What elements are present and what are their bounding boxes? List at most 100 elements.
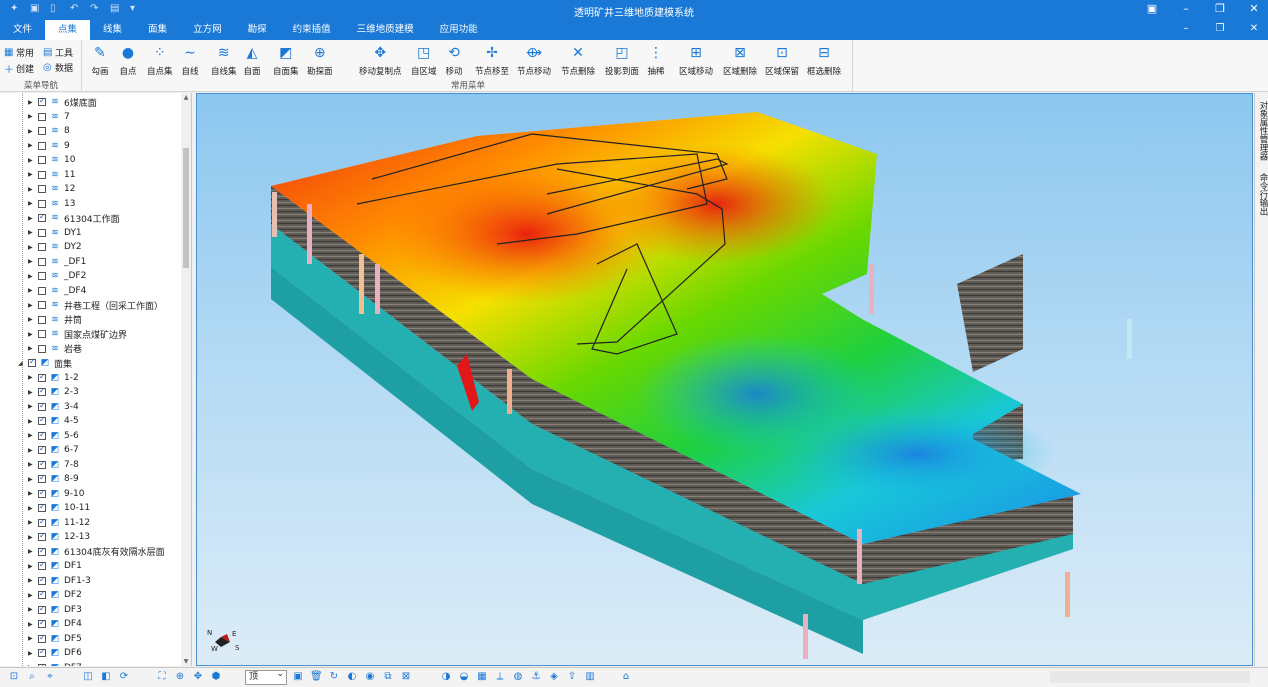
tree-item[interactable]: ▶ ≋ 6煤底面 <box>28 95 97 110</box>
tree-item[interactable]: ▶ ◩ DF1-3 <box>28 574 91 589</box>
tree-item[interactable]: ▶ ◩ 5-6 <box>28 429 79 444</box>
tree-item[interactable]: ▶ ≋ 10 <box>28 153 75 168</box>
tree-scrollbar[interactable]: ▲ ▼ <box>181 93 191 666</box>
expand-arrow-icon[interactable]: ▶ <box>28 563 36 570</box>
expand-arrow-icon[interactable]: ▶ <box>28 200 36 207</box>
visibility-checkbox[interactable] <box>38 228 46 237</box>
expand-arrow-icon[interactable]: ▶ <box>28 287 36 294</box>
expand-arrow-icon[interactable]: ▶ <box>28 128 36 135</box>
tree-item[interactable]: ▶ ◩DF7 <box>28 661 82 666</box>
visibility-checkbox[interactable] <box>38 575 46 585</box>
expand-arrow-icon[interactable]: ▶ <box>28 650 36 657</box>
tree-item[interactable]: ▶ ◩ 6-7 <box>28 443 79 458</box>
visibility-checkbox[interactable] <box>38 633 46 643</box>
tool-button-1[interactable]: ● 自点 <box>119 44 137 77</box>
delete-icon[interactable]: 🗑 <box>310 671 323 683</box>
light-icon[interactable]: ◐ <box>346 671 358 683</box>
expand-arrow-icon[interactable]: ▶ <box>28 389 36 396</box>
render-icon[interactable]: ◈ <box>548 671 560 683</box>
visibility-checkbox[interactable] <box>38 286 46 295</box>
pick-icon[interactable]: ⌖ <box>44 671 56 683</box>
tree-item[interactable]: ▶ ≋ _DF4 <box>28 284 86 299</box>
doc-minimize-icon[interactable]: – <box>1180 23 1192 34</box>
collapse-arrow-icon[interactable]: ◢ <box>18 360 26 367</box>
visibility-checkbox[interactable] <box>38 127 46 136</box>
expand-arrow-icon[interactable]: ▶ <box>28 345 36 352</box>
tool-button-15[interactable]: ⋮ 抽稀 <box>647 44 665 77</box>
visibility-checkbox[interactable] <box>38 473 46 484</box>
expand-arrow-icon[interactable]: ▶ <box>28 432 36 439</box>
tool-button-19[interactable]: ⊟ 框选删除 <box>807 44 841 77</box>
expand-arrow-icon[interactable]: ▶ <box>28 374 36 381</box>
home-icon[interactable]: ⌂ <box>620 671 632 683</box>
cube-icon[interactable]: ⬢ <box>210 671 222 683</box>
visibility-checkbox[interactable] <box>38 257 46 266</box>
visibility-checkbox[interactable] <box>38 444 46 455</box>
doc-close-icon[interactable]: ✕ <box>1248 23 1260 34</box>
visibility-checkbox[interactable] <box>38 330 46 339</box>
tool-button-0[interactable]: ✎ 勾画 <box>91 44 109 77</box>
create-button[interactable]: ＋创建 <box>4 61 34 76</box>
save-view-icon[interactable]: ▣ <box>292 671 304 683</box>
marker-icon[interactable]: ◍ <box>512 671 524 683</box>
expand-arrow-icon[interactable]: ▶ <box>28 476 36 483</box>
tree-item[interactable]: ▶ ◩ 12-13 <box>28 530 90 545</box>
visibility-checkbox[interactable] <box>38 185 46 194</box>
tool-button-13[interactable]: ✕ 节点删除 <box>561 44 595 77</box>
layout-icon[interactable]: ▣ <box>1146 2 1158 16</box>
tool-button-4[interactable]: ≋ 自线集 <box>211 44 237 77</box>
section-y-icon[interactable]: ◒ <box>458 671 470 683</box>
camera-icon[interactable]: ◉ <box>364 671 376 683</box>
tree-item[interactable]: ▶ ◩ DF2 <box>28 588 82 603</box>
expand-arrow-icon[interactable]: ▶ <box>28 418 36 425</box>
visibility-checkbox[interactable] <box>38 243 46 252</box>
tool-button-8[interactable]: ✥ 移动复制点 <box>359 44 402 77</box>
expand-arrow-icon[interactable]: ▶ <box>28 186 36 193</box>
expand-arrow-icon[interactable]: ▶ <box>28 664 36 666</box>
visibility-checkbox[interactable] <box>38 199 46 208</box>
fit-icon[interactable]: ⛶ <box>156 671 168 683</box>
visibility-checkbox[interactable] <box>38 502 46 513</box>
common-button[interactable]: ▦ 常用 <box>4 46 34 59</box>
menu-tab-4[interactable]: 立方网 <box>180 20 235 40</box>
expand-arrow-icon[interactable]: ▶ <box>28 534 36 541</box>
tree-item[interactable]: ▶ ◩ DF3 <box>28 603 82 618</box>
tool-button-5[interactable]: ◭ 自面 <box>243 44 261 77</box>
clear-icon[interactable]: ⊠ <box>400 671 412 683</box>
visibility-checkbox[interactable] <box>38 488 46 498</box>
visibility-checkbox[interactable] <box>38 546 46 556</box>
scroll-down-icon[interactable]: ▼ <box>181 658 191 665</box>
tool-button-14[interactable]: ◰ 投影到面 <box>605 44 639 77</box>
menu-tab-0[interactable]: 文件 <box>0 20 45 40</box>
object-properties-tab[interactable]: 对象属性管理器 <box>1257 101 1268 161</box>
scroll-up-icon[interactable]: ▲ <box>181 94 191 101</box>
visibility-checkbox[interactable] <box>38 662 46 666</box>
tree-item[interactable]: ▶ ≋ 11 <box>28 168 75 183</box>
tool-button-9[interactable]: ◳ 自区域 <box>411 44 437 77</box>
minimize-icon[interactable]: – <box>1180 2 1192 16</box>
tree-item[interactable]: ▶ ≋ 井巷工程（回采工作面） <box>28 298 163 313</box>
tree-item[interactable]: ▶ ≋ 8 <box>28 124 70 139</box>
visibility-checkbox[interactable] <box>38 517 46 527</box>
visibility-checkbox[interactable] <box>38 401 46 411</box>
expand-arrow-icon[interactable]: ▶ <box>28 577 36 584</box>
expand-arrow-icon[interactable]: ▶ <box>28 171 36 178</box>
visibility-checkbox[interactable] <box>38 112 46 121</box>
tree-item[interactable]: ▶ ◩ DF4 <box>28 617 82 632</box>
visibility-checkbox[interactable] <box>38 272 46 281</box>
visibility-checkbox[interactable] <box>38 170 46 179</box>
tool-button-12[interactable]: ⟴ 节点移动 <box>517 44 551 77</box>
visibility-checkbox[interactable] <box>38 415 46 426</box>
tool-button-16[interactable]: ⊞ 区域移动 <box>679 44 713 77</box>
tree-item[interactable]: ▶ ◩ 4-5 <box>28 414 79 429</box>
expand-arrow-icon[interactable]: ▶ <box>28 592 36 599</box>
expand-arrow-icon[interactable]: ▶ <box>28 403 36 410</box>
tool-button-3[interactable]: ∼ 自线 <box>181 44 199 77</box>
zoom-extent-icon[interactable]: ⊡ <box>8 671 20 683</box>
expand-arrow-icon[interactable]: ▶ <box>28 548 36 555</box>
expand-arrow-icon[interactable]: ▶ <box>28 258 36 265</box>
expand-arrow-icon[interactable]: ▶ <box>28 621 36 628</box>
expand-arrow-icon[interactable]: ▶ <box>28 142 36 149</box>
tree-item[interactable]: ▶ ≋ 61304工作面 <box>28 211 120 226</box>
visibility-checkbox[interactable] <box>38 372 46 382</box>
